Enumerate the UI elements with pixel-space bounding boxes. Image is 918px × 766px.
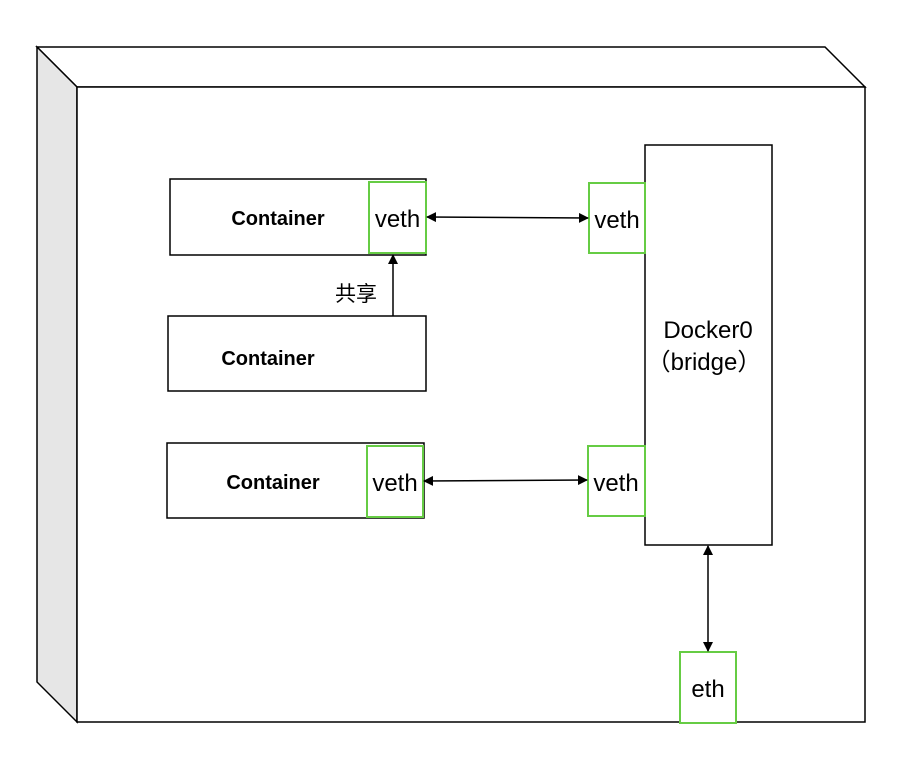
host-eth-port-label: eth	[691, 676, 724, 703]
container-1-veth-label: veth	[375, 206, 420, 233]
bridge-veth-port-2-label: veth	[593, 470, 638, 497]
docker-bridge-title: Docker0	[663, 317, 752, 344]
bridge-veth-port-2: veth	[587, 445, 646, 517]
container-2: Container	[167, 315, 427, 392]
container-3: Container veth	[166, 442, 425, 519]
container-1: Container veth	[169, 178, 427, 256]
docker-bridge-box	[644, 144, 773, 546]
veth-link-1	[426, 212, 589, 223]
bridge-veth-port-1: veth	[588, 182, 646, 254]
bridge-veth-port-1-label: veth	[594, 207, 639, 234]
host-eth-port: eth	[679, 651, 737, 724]
host-box-top	[35, 46, 867, 88]
network-diagram: Container veth Container Container veth …	[35, 45, 867, 724]
container-2-label: Container	[221, 348, 315, 370]
share-label: 共享	[335, 282, 377, 306]
host-box-side	[36, 45, 78, 724]
container-1-label: Container	[231, 208, 325, 230]
docker-bridge: Docker0 （bridge）	[644, 144, 773, 546]
veth-link-2	[423, 475, 588, 486]
container-3-label: Container	[226, 472, 320, 494]
container-3-veth-label: veth	[372, 470, 417, 497]
docker-bridge-subtitle: （bridge）	[647, 349, 762, 376]
